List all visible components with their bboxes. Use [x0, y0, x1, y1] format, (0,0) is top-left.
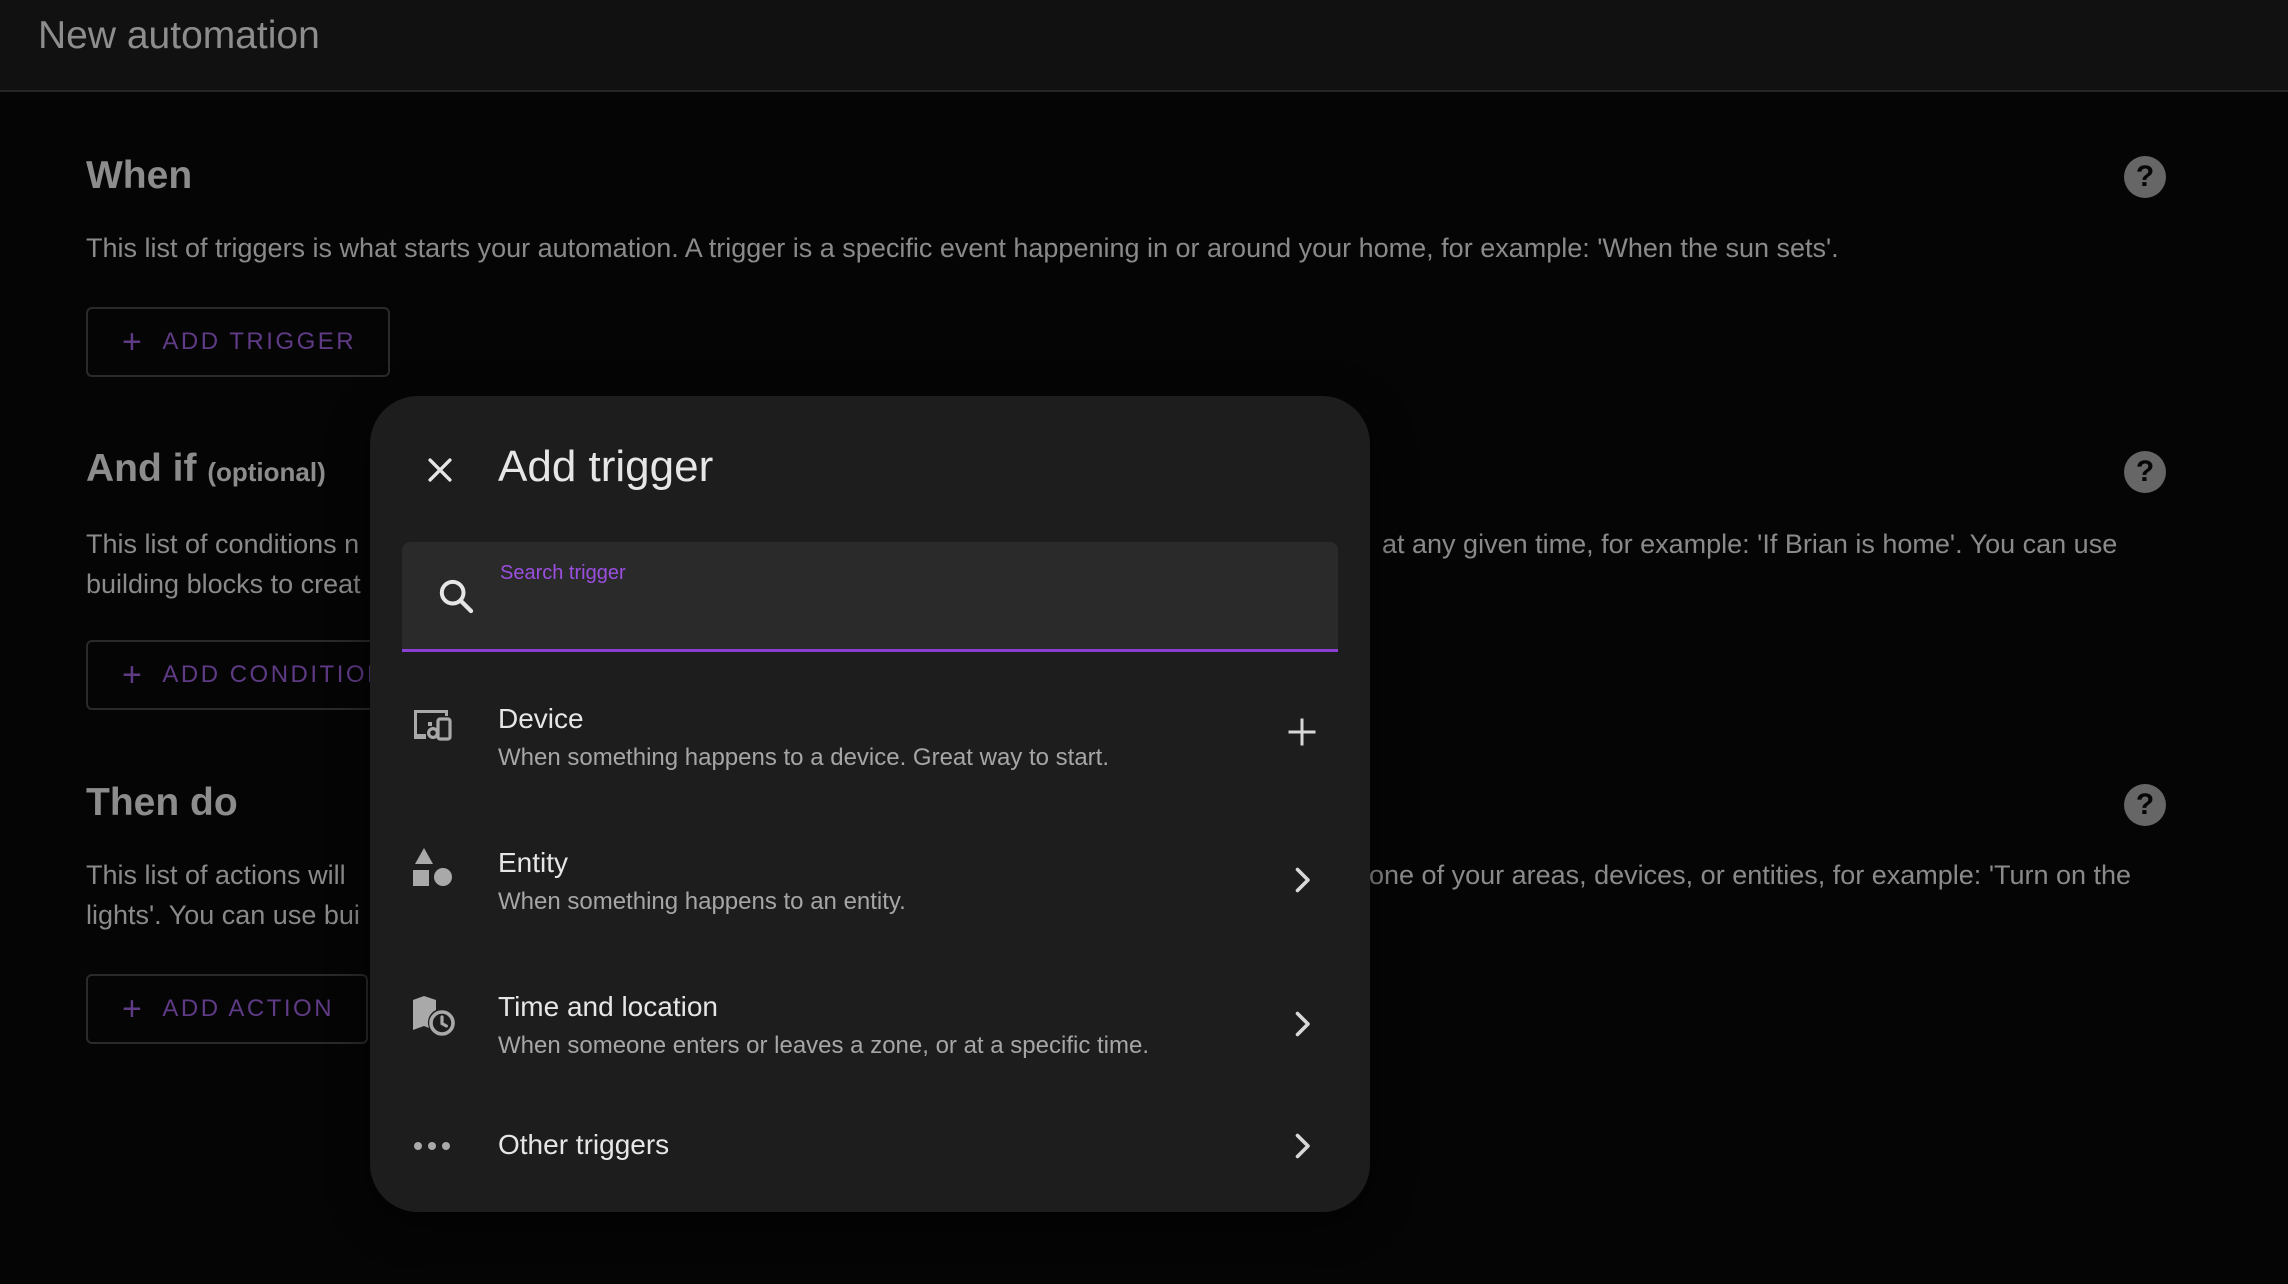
dialog-title: Add trigger	[498, 442, 714, 491]
trigger-item-device[interactable]: Device When something happens to a devic…	[370, 676, 1370, 806]
plus-icon	[1288, 718, 1316, 746]
chevron-right-icon	[1295, 867, 1310, 893]
chevron-right-icon	[1295, 1011, 1310, 1037]
time-location-description: When someone enters or leaves a zone, or…	[498, 1032, 1149, 1059]
map-clock-icon	[413, 996, 455, 1036]
entity-description: When something happens to an entity.	[498, 888, 906, 915]
other-triggers-title: Other triggers	[498, 1129, 670, 1160]
chevron-right-icon	[1295, 1133, 1310, 1159]
shapes-icon	[413, 848, 452, 886]
trigger-item-entity[interactable]: Entity When something happens to an enti…	[370, 820, 1370, 950]
search-label: Search trigger	[500, 562, 626, 584]
trigger-item-time-location[interactable]: Time and location When someone enters or…	[370, 964, 1370, 1094]
search-icon	[439, 579, 474, 614]
search-input[interactable]	[500, 594, 1304, 636]
search-field[interactable]: Search trigger	[402, 542, 1338, 652]
add-trigger-dialog: Add trigger Search trigger Device When s…	[370, 396, 1370, 1212]
device-icon	[414, 710, 452, 741]
device-description: When something happens to a device. Grea…	[498, 744, 1109, 771]
trigger-item-other[interactable]: Other triggers	[370, 1108, 1370, 1208]
close-button[interactable]	[418, 448, 462, 492]
device-title: Device	[498, 703, 584, 734]
entity-title: Entity	[498, 847, 569, 878]
close-icon	[428, 458, 452, 482]
dots-icon	[414, 1142, 450, 1150]
time-location-title: Time and location	[498, 991, 718, 1022]
